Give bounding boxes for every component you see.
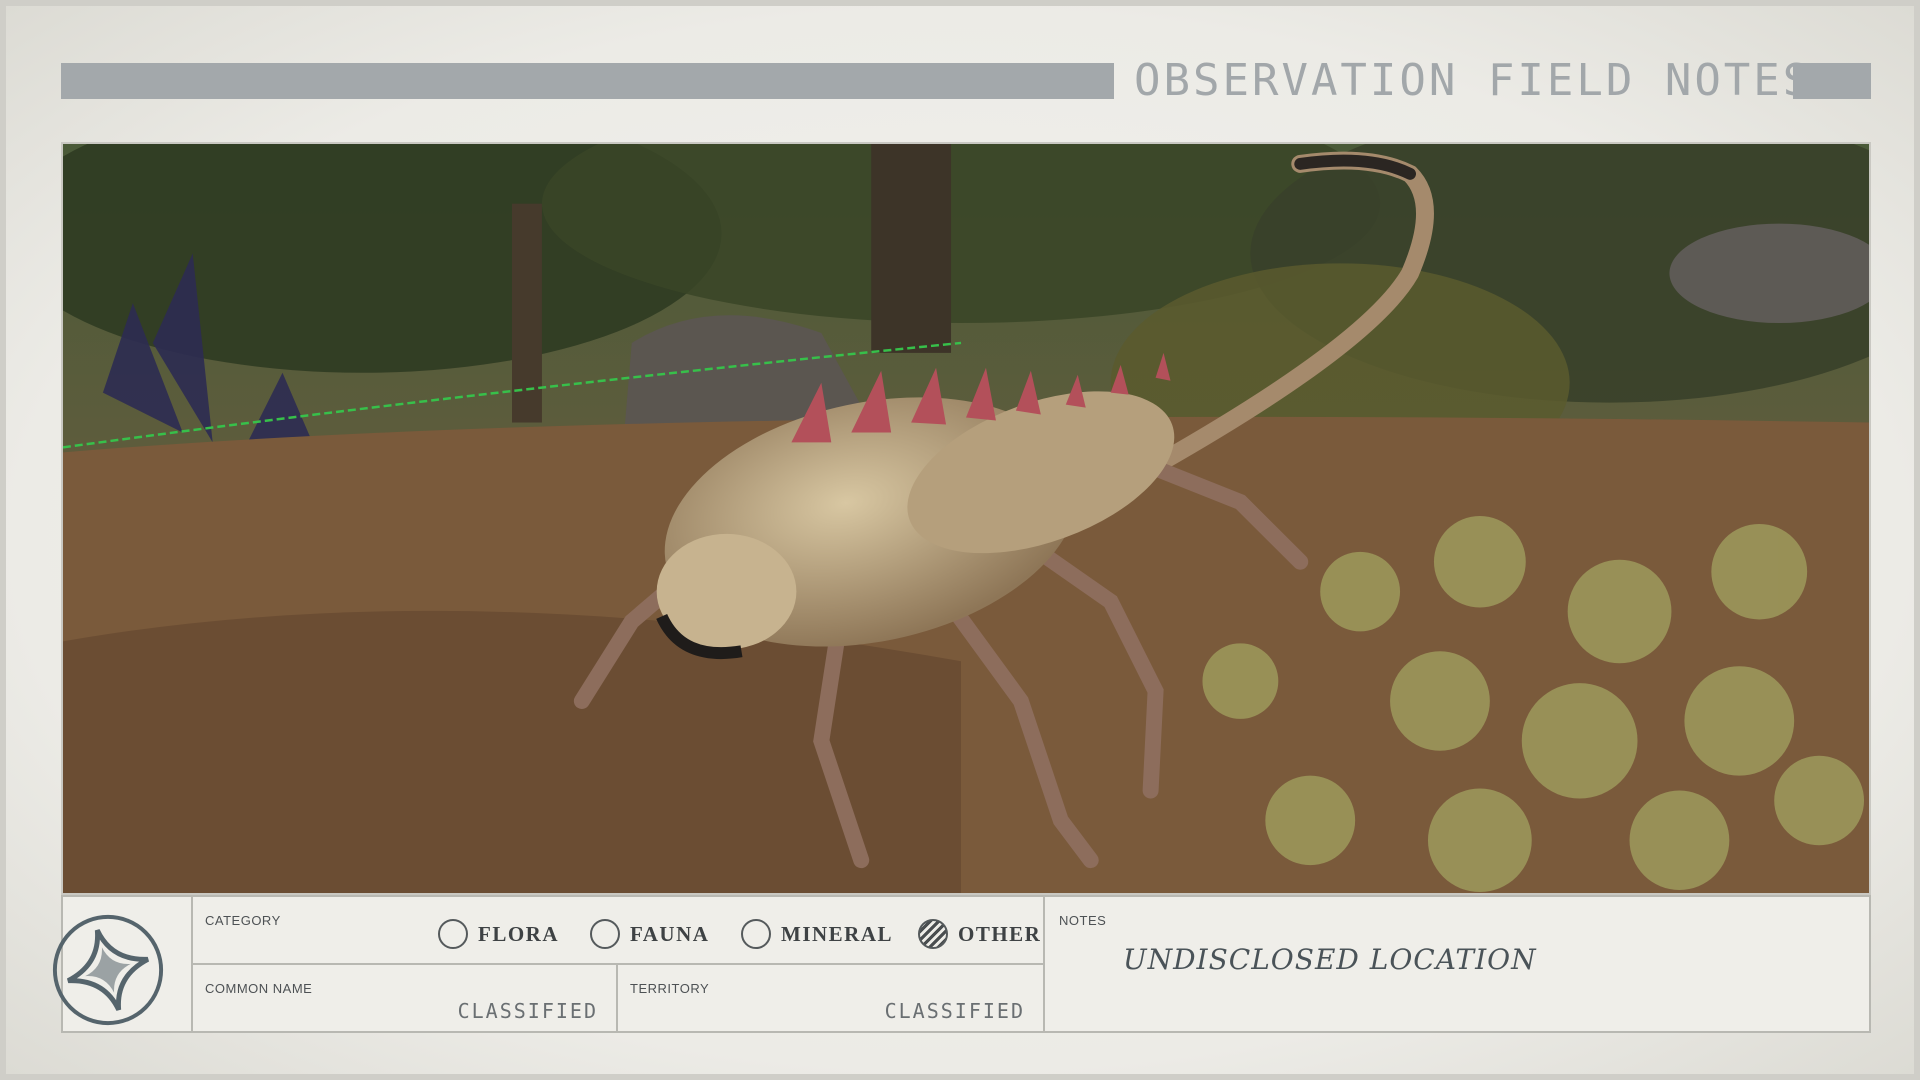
category-cell: CATEGORY FLORA FAUNA MINERAL OTHER bbox=[193, 897, 1043, 965]
other-label: OTHER bbox=[958, 921, 1042, 946]
header-bar-right bbox=[1793, 63, 1871, 99]
flora-radio[interactable] bbox=[438, 919, 468, 949]
compass-star-logo-icon bbox=[52, 914, 164, 1026]
common-name-cell: COMMON NAME CLASSIFIED bbox=[193, 965, 618, 1031]
mineral-label: MINERAL bbox=[781, 921, 894, 946]
common-name-label: COMMON NAME bbox=[205, 981, 313, 996]
observation-photo bbox=[61, 142, 1871, 895]
category-option-mineral[interactable]: MINERAL bbox=[741, 919, 893, 949]
territory-value: CLASSIFIED bbox=[884, 999, 1025, 1023]
info-panel: CATEGORY FLORA FAUNA MINERAL OTHER COMMO… bbox=[52, 895, 1871, 1033]
notes-text[interactable]: UNDISCLOSED LOCATION bbox=[1123, 943, 1537, 976]
other-radio[interactable] bbox=[918, 919, 948, 949]
common-name-value: CLASSIFIED bbox=[457, 999, 598, 1023]
territory-cell: TERRITORY CLASSIFIED bbox=[618, 965, 1043, 1031]
category-option-flora[interactable]: FLORA bbox=[438, 919, 559, 949]
category-option-other[interactable]: OTHER bbox=[918, 919, 1041, 949]
mineral-radio[interactable] bbox=[741, 919, 771, 949]
notes-label: NOTES bbox=[1059, 913, 1107, 928]
category-label: CATEGORY bbox=[205, 913, 281, 928]
creature-illustration bbox=[63, 144, 1869, 893]
category-option-fauna[interactable]: FAUNA bbox=[590, 919, 709, 949]
territory-label: TERRITORY bbox=[630, 981, 710, 996]
fauna-radio[interactable] bbox=[590, 919, 620, 949]
fauna-label: FAUNA bbox=[630, 921, 710, 946]
page-title: OBSERVATION FIELD NOTES bbox=[1134, 55, 1813, 106]
flora-label: FLORA bbox=[478, 921, 559, 946]
logo-cell bbox=[52, 897, 193, 1031]
notes-cell: NOTES UNDISCLOSED LOCATION bbox=[1043, 897, 1869, 1031]
header-bar-left bbox=[61, 63, 1114, 99]
field-notes-card: OBSERVATION FIELD NOTES CATEGORY FLORA F… bbox=[0, 0, 1920, 1080]
